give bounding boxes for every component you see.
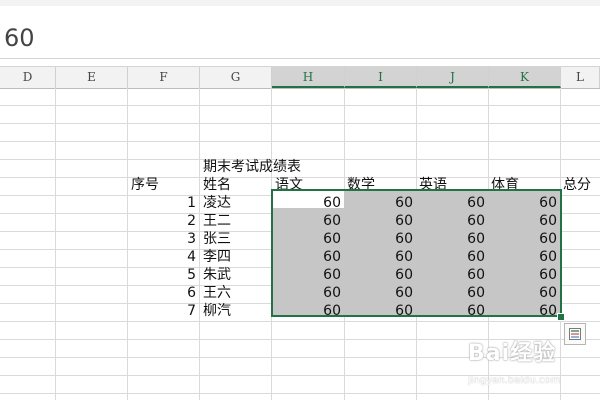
row-index[interactable]: 6: [128, 284, 196, 302]
gridline: [0, 393, 600, 394]
formula-value[interactable]: 60: [4, 24, 35, 52]
gridline: [0, 123, 600, 124]
watermark-brand: Bai经验: [468, 341, 557, 366]
column-header-f[interactable]: F: [128, 67, 200, 88]
row-index[interactable]: 5: [128, 266, 196, 284]
column-header-k[interactable]: K: [489, 67, 561, 88]
row-name[interactable]: 王六: [203, 284, 231, 302]
row-index[interactable]: 4: [128, 248, 196, 266]
header-name[interactable]: 姓名: [203, 176, 231, 194]
gridline: [0, 105, 600, 106]
column-header-j[interactable]: J: [417, 67, 489, 88]
row-name[interactable]: 张三: [203, 230, 231, 248]
gridline: [0, 141, 600, 142]
gridline: [0, 321, 600, 322]
column-header-d[interactable]: D: [0, 67, 56, 88]
quick-analysis-button[interactable]: [564, 323, 586, 345]
row-name[interactable]: 王二: [203, 212, 231, 230]
fill-handle[interactable]: [557, 313, 565, 321]
column-header-row: D E F G H I J K L: [0, 66, 600, 89]
column-header-e[interactable]: E: [56, 67, 128, 88]
gridline: [55, 88, 56, 400]
column-header-g[interactable]: G: [200, 67, 272, 88]
formula-bar[interactable]: 60: [0, 6, 600, 59]
gridline: [199, 88, 200, 400]
header-index[interactable]: 序号: [131, 176, 159, 194]
row-index[interactable]: 7: [128, 302, 196, 320]
quick-analysis-icon: [569, 328, 581, 340]
row-index[interactable]: 3: [128, 230, 196, 248]
row-index[interactable]: 1: [128, 194, 196, 212]
watermark: Bai经验 jingyan.baidu.com: [468, 335, 560, 386]
header-total[interactable]: 总分: [563, 176, 591, 194]
row-name[interactable]: 柳汽: [203, 302, 231, 320]
row-name[interactable]: 凌达: [203, 194, 231, 212]
row-name[interactable]: 朱武: [203, 266, 231, 284]
row-name[interactable]: 李四: [203, 248, 231, 266]
selection-border: [271, 189, 562, 317]
watermark-url: jingyan.baidu.com: [468, 375, 561, 386]
column-header-l[interactable]: L: [561, 67, 600, 88]
table-title[interactable]: 期末考试成绩表: [203, 158, 301, 176]
column-header-i[interactable]: I: [345, 67, 417, 88]
row-index[interactable]: 2: [128, 212, 196, 230]
column-header-h[interactable]: H: [272, 67, 345, 88]
